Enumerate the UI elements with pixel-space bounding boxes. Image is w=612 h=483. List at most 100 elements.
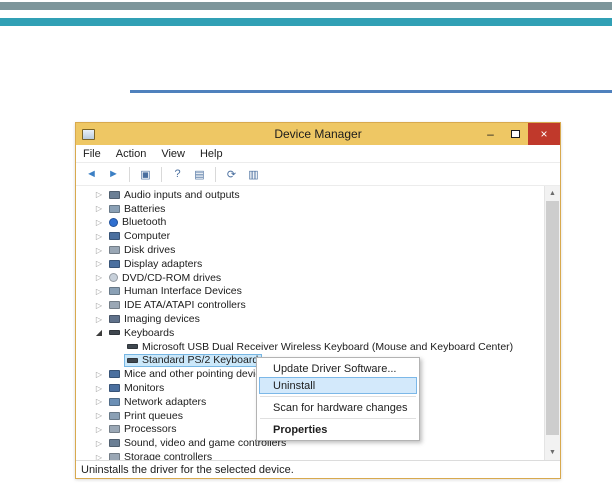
minimize-button[interactable]: –: [478, 123, 503, 145]
expand-arrow-icon[interactable]: ▷: [92, 315, 106, 324]
scroll-up-button[interactable]: ▲: [545, 186, 560, 201]
tree-item-batteries[interactable]: ▷ Batteries: [76, 202, 544, 216]
tree-label: Audio inputs and outputs: [124, 188, 240, 201]
uninstall-device-icon[interactable]: ▥: [244, 165, 263, 183]
display-adapter-icon: [109, 259, 120, 268]
decor-bar-secondary: [0, 18, 612, 26]
tree-entry: Network adapters: [106, 395, 210, 408]
expand-arrow-icon[interactable]: ▷: [92, 204, 106, 213]
tree-entry: Disk drives: [106, 244, 179, 257]
tree-entry: Bluetooth: [106, 216, 170, 229]
status-bar: Uninstalls the driver for the selected d…: [76, 460, 560, 478]
collapse-arrow-icon[interactable]: ◢: [92, 328, 106, 337]
expand-arrow-icon[interactable]: ▷: [92, 246, 106, 255]
help-icon[interactable]: ?: [168, 165, 187, 183]
tree-item-human-interface-devices[interactable]: ▷ Human Interface Devices: [76, 285, 544, 299]
hid-icon: [109, 287, 120, 296]
tree-label: Keyboards: [124, 326, 175, 339]
tree-label: Bluetooth: [122, 216, 167, 229]
context-menu-item-scan-for-hardware-changes[interactable]: Scan for hardware changes: [259, 399, 417, 416]
bluetooth-icon: [109, 217, 118, 227]
console-window-icon[interactable]: ▣: [136, 165, 155, 183]
tree-item-dvd-cd-rom-drives[interactable]: ▷ DVD/CD-ROM drives: [76, 271, 544, 285]
network-icon: [109, 397, 120, 406]
expand-arrow-icon[interactable]: ▷: [92, 232, 106, 241]
scroll-thumb[interactable]: [546, 201, 559, 436]
expand-arrow-icon[interactable]: ▷: [92, 384, 106, 393]
tree-item-storage-controllers[interactable]: ▷ Storage controllers: [76, 450, 544, 460]
tree-entry: Computer: [106, 230, 174, 243]
computer-icon: [109, 232, 120, 241]
tree-label: Processors: [124, 423, 177, 436]
context-menu-separator: [260, 418, 416, 419]
tree-label: DVD/CD-ROM drives: [122, 271, 222, 284]
tree-entry: Imaging devices: [106, 313, 204, 326]
scan-hardware-changes-icon[interactable]: ⟳: [222, 165, 241, 183]
expand-arrow-icon[interactable]: ▷: [92, 439, 106, 448]
tree-label: Mice and other pointing devices: [124, 368, 272, 381]
expand-arrow-icon[interactable]: ▷: [92, 273, 106, 282]
tree-item-display-adapters[interactable]: ▷ Display adapters: [76, 257, 544, 271]
forward-arrow-icon[interactable]: ►: [104, 165, 123, 183]
expand-arrow-icon[interactable]: ▷: [92, 190, 106, 199]
tree-entry: DVD/CD-ROM drives: [106, 271, 225, 284]
tree-item-ide-ata-atapi-controllers[interactable]: ▷ IDE ATA/ATAPI controllers: [76, 298, 544, 312]
toolbar: ◄ ► ▣? ▤ ⟳ ▥: [76, 163, 560, 186]
tree-label: Standard PS/2 Keyboard: [142, 354, 259, 367]
tree-entry: Display adapters: [106, 257, 206, 270]
tree-item-microsoft-usb-dual-receiver-wireless-keyboard[interactable]: Microsoft USB Dual Receiver Wireless Key…: [76, 340, 544, 354]
expand-arrow-icon[interactable]: ▷: [92, 411, 106, 420]
tree-entry: Print queues: [106, 409, 187, 422]
expand-arrow-icon[interactable]: ▷: [92, 301, 106, 310]
tree-entry: Processors: [106, 423, 181, 436]
scrollbar[interactable]: ▲ ▼: [544, 186, 560, 460]
window-controls: – ×: [478, 123, 560, 145]
tree-label: Batteries: [124, 202, 166, 215]
tree-entry: Monitors: [106, 382, 168, 395]
controller-icon: [109, 301, 120, 310]
tree-label: Human Interface Devices: [124, 285, 242, 298]
printer-icon: [109, 411, 120, 420]
expand-arrow-icon[interactable]: ▷: [92, 287, 106, 296]
tree-item-imaging-devices[interactable]: ▷ Imaging devices: [76, 312, 544, 326]
tree-item-keyboards[interactable]: ◢ Keyboards: [76, 326, 544, 340]
speaker-icon: [109, 190, 120, 199]
scroll-track[interactable]: [545, 201, 560, 445]
expand-arrow-icon[interactable]: ▷: [92, 218, 106, 227]
mouse-icon: [109, 370, 120, 379]
tree-item-disk-drives[interactable]: ▷ Disk drives: [76, 243, 544, 257]
tree-label: Disk drives: [124, 244, 176, 257]
tree-item-audio-inputs-and-outputs[interactable]: ▷ Audio inputs and outputs: [76, 188, 544, 202]
expand-arrow-icon[interactable]: ▷: [92, 397, 106, 406]
maximize-button[interactable]: [503, 123, 528, 145]
back-arrow-icon[interactable]: ◄: [82, 165, 101, 183]
disk-drive-icon: [109, 246, 120, 255]
storage-icon: [109, 453, 120, 460]
expand-arrow-icon[interactable]: ▷: [92, 370, 106, 379]
close-button[interactable]: ×: [528, 123, 560, 145]
tree-label: Imaging devices: [124, 313, 200, 326]
tree-item-computer[interactable]: ▷ Computer: [76, 229, 544, 243]
tree-item-bluetooth[interactable]: ▷ Bluetooth: [76, 216, 544, 230]
tree-label: Network adapters: [124, 395, 207, 408]
expand-arrow-icon[interactable]: ▷: [92, 453, 106, 460]
properties-icon[interactable]: ▤: [190, 165, 209, 183]
tree-entry: Microsoft USB Dual Receiver Wireless Key…: [124, 340, 517, 353]
tree-entry: Audio inputs and outputs: [106, 188, 244, 201]
expand-arrow-icon[interactable]: ▷: [92, 259, 106, 268]
tree-entry: Batteries: [106, 202, 169, 215]
titlebar[interactable]: Device Manager – ×: [76, 123, 560, 145]
expand-arrow-icon[interactable]: ▷: [92, 425, 106, 434]
context-menu-item-update-driver-software[interactable]: Update Driver Software...: [259, 360, 417, 377]
page: Device Manager – × File Action View Help ◄ ►…: [0, 0, 612, 483]
menu-action[interactable]: Action: [116, 148, 147, 160]
menu-help[interactable]: Help: [200, 148, 223, 160]
menu-view[interactable]: View: [161, 148, 185, 160]
keyboard-icon: [127, 357, 138, 363]
keyboard-icon: [127, 344, 138, 350]
context-menu-item-uninstall[interactable]: Uninstall: [259, 377, 417, 394]
scroll-down-button[interactable]: ▼: [545, 445, 560, 460]
menu-file[interactable]: File: [83, 148, 101, 160]
context-menu-item-properties[interactable]: Properties: [259, 421, 417, 438]
tree-label: Print queues: [124, 409, 183, 422]
